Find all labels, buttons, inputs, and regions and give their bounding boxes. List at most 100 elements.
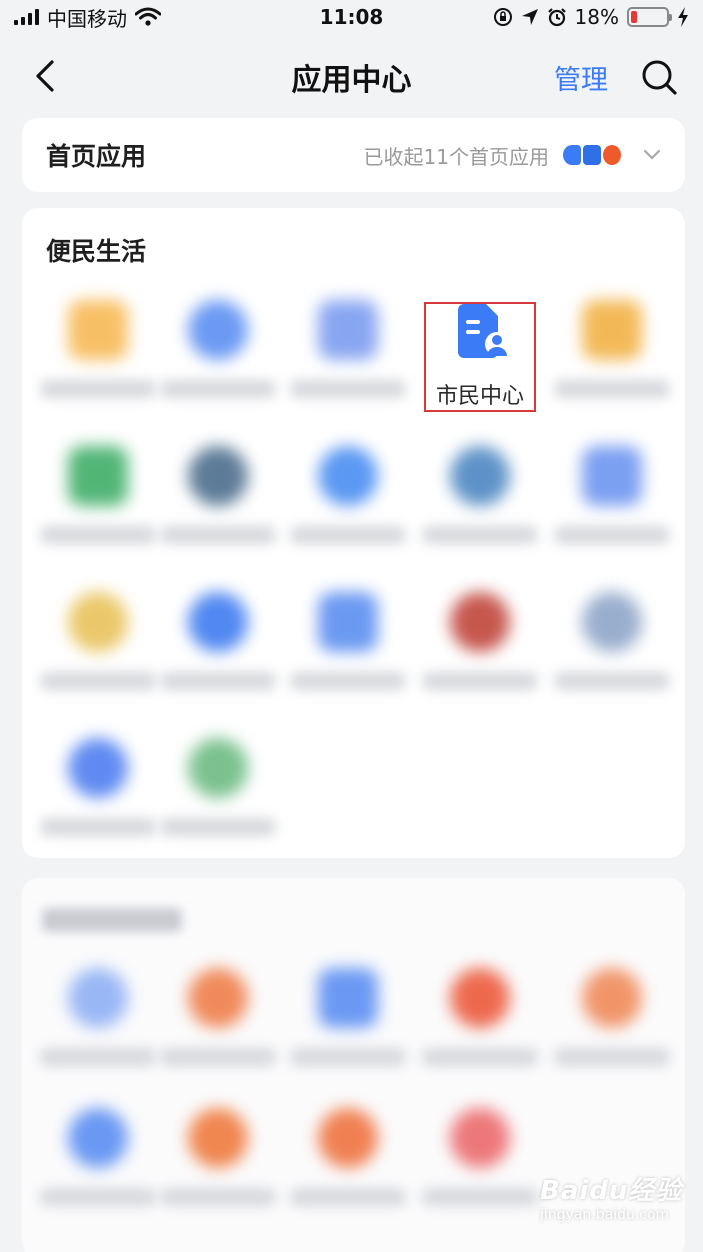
blurred-app-icon [582, 592, 642, 652]
search-icon[interactable] [640, 58, 678, 96]
blurred-app-icon [318, 1108, 378, 1168]
wifi-icon [135, 7, 161, 26]
blurred-app-label [554, 672, 670, 690]
blurred-app-icon [188, 968, 248, 1028]
blurred-app-tile[interactable] [30, 592, 166, 722]
blurred-app-tile[interactable] [280, 446, 416, 576]
blurred-app-icon [68, 738, 128, 798]
blurred-app-tile[interactable] [150, 1108, 286, 1238]
blurred-app-label [40, 1048, 156, 1066]
blurred-app-label [422, 672, 538, 690]
blurred-app-icon [450, 592, 510, 652]
blurred-app-label [160, 1048, 276, 1066]
blurred-app-icon [68, 592, 128, 652]
watermark-logo-text: Baidu经验 [540, 1176, 683, 1206]
blurred-app-tile[interactable] [280, 1108, 416, 1238]
blurred-app-tile[interactable] [412, 1108, 548, 1238]
citizen-center-label: 市民中心 [435, 384, 524, 409]
blurred-app-label [40, 1188, 156, 1206]
blurred-app-label [40, 526, 156, 544]
blurred-app-label [422, 1048, 538, 1066]
blurred-app-icon [582, 446, 642, 506]
status-bar: 中国移动 11:08 18% [0, 0, 703, 34]
blurred-app-tile[interactable] [150, 592, 286, 722]
baidu-watermark: Baidu经验 jingyan.baidu.com [540, 1170, 690, 1244]
nav-bar: 应用中心 管理 [0, 44, 703, 110]
blurred-app-tile[interactable] [150, 738, 286, 868]
location-icon [521, 9, 538, 25]
blurred-app-icon [450, 446, 510, 506]
blurred-app-icon [188, 446, 248, 506]
blurred-app-icon [318, 592, 378, 652]
blurred-app-label [160, 1188, 276, 1206]
home-apps-title: 首页应用 [46, 142, 147, 171]
blurred-app-icon [318, 968, 378, 1028]
blurred-app-label [290, 380, 406, 398]
blurred-app-tile[interactable] [30, 446, 166, 576]
blurred-app-label [160, 526, 276, 544]
blurred-app-label [160, 380, 276, 398]
blurred-app-label [290, 1048, 406, 1066]
blurred-app-tile[interactable] [150, 300, 286, 430]
section-title: 便民生活 [46, 237, 147, 266]
blurred-app-label [422, 1188, 538, 1206]
watermark-url: jingyan.baidu.com [540, 1207, 670, 1223]
alarm-icon [547, 8, 566, 27]
blurred-app-icon [450, 1108, 510, 1168]
battery-fill [631, 11, 638, 23]
citizen-center-app[interactable]: 市民中心 [424, 302, 536, 412]
back-icon[interactable] [28, 58, 64, 94]
blurred-app-tile[interactable] [412, 968, 548, 1098]
manage-button[interactable]: 管理 [554, 58, 608, 97]
blurred-app-tile[interactable] [150, 446, 286, 576]
blurred-app-tile[interactable] [30, 1108, 166, 1238]
blurred-app-icon [450, 968, 510, 1028]
blurred-app-icon [188, 300, 248, 360]
blurred-app-label [290, 672, 406, 690]
home-apps-hint: 已收起11个首页应用 [363, 144, 549, 169]
blurred-app-label [554, 526, 670, 544]
blurred-app-tile[interactable] [544, 592, 680, 722]
blurred-app-label [40, 380, 156, 398]
mini-app-icon [583, 145, 601, 165]
signal-icon [14, 9, 39, 25]
blurred-app-tile[interactable] [544, 300, 680, 430]
blurred-app-label [422, 526, 538, 544]
blurred-app-icon [582, 968, 642, 1028]
blurred-app-icon [318, 300, 378, 360]
blurred-app-icon [318, 446, 378, 506]
blurred-app-label [290, 1188, 406, 1206]
chevron-down-icon[interactable] [643, 149, 661, 161]
blurred-app-tile[interactable] [544, 968, 680, 1098]
blurred-app-label [40, 672, 156, 690]
blurred-app-label [160, 672, 276, 690]
blurred-app-label [554, 380, 670, 398]
blurred-app-tile[interactable] [30, 300, 166, 430]
blurred-app-tile[interactable] [30, 738, 166, 868]
blurred-app-tile[interactable] [412, 446, 548, 576]
section-title-blurred [42, 908, 182, 932]
blurred-app-icon [188, 738, 248, 798]
citizen-center-icon [458, 304, 509, 358]
home-apps-card[interactable]: 首页应用 已收起11个首页应用 [22, 118, 685, 192]
blurred-app-icon [582, 300, 642, 360]
blurred-app-label [160, 818, 276, 836]
blurred-app-tile[interactable] [30, 968, 166, 1098]
blurred-app-tile[interactable] [150, 968, 286, 1098]
blurred-app-icon [68, 446, 128, 506]
blurred-app-label [40, 818, 156, 836]
mini-app-icon [603, 145, 621, 165]
blurred-app-icon [188, 1108, 248, 1168]
blurred-app-tile[interactable] [412, 592, 548, 722]
blurred-app-label [290, 526, 406, 544]
blurred-app-icon [68, 968, 128, 1028]
blurred-app-tile[interactable] [544, 446, 680, 576]
rotation-lock-icon [493, 8, 512, 26]
blurred-app-icon [68, 300, 128, 360]
collapsed-app-icons [563, 145, 621, 165]
battery-percent: 18% [574, 5, 619, 29]
blurred-app-tile[interactable] [280, 300, 416, 430]
blurred-app-tile[interactable] [280, 968, 416, 1098]
mini-app-icon [563, 145, 581, 165]
blurred-app-tile[interactable] [280, 592, 416, 722]
